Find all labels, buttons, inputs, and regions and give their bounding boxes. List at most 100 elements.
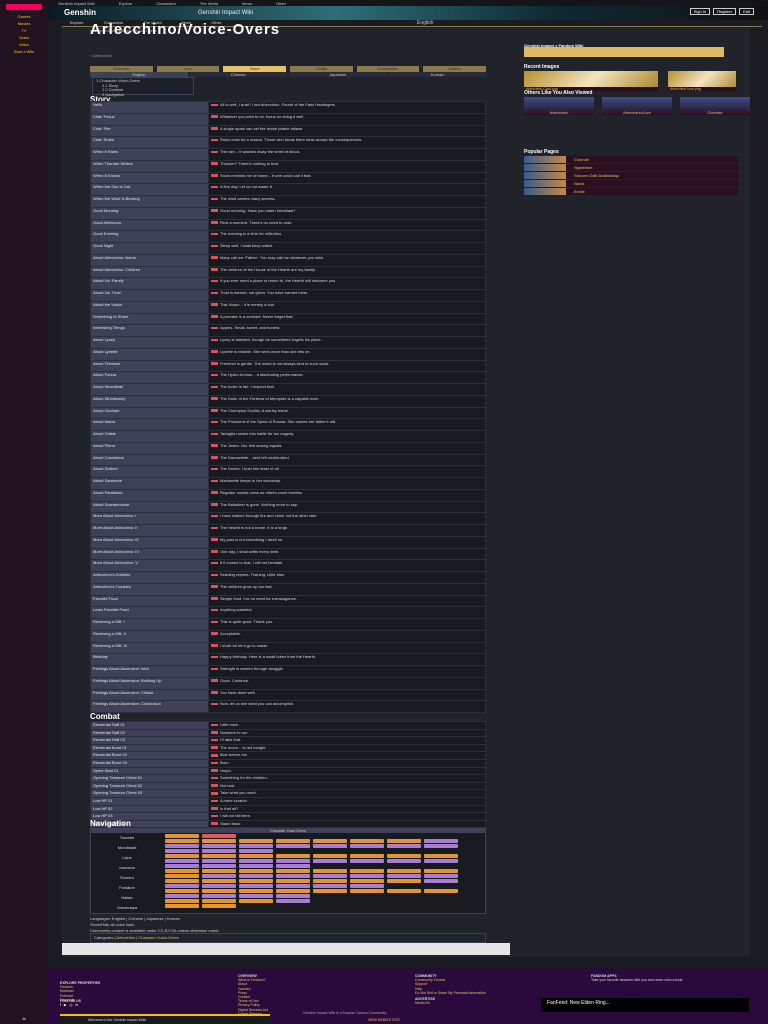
character-link[interactable] xyxy=(313,859,347,863)
character-link[interactable] xyxy=(424,844,458,848)
character-link[interactable] xyxy=(202,884,236,888)
play-audio-button[interactable] xyxy=(211,244,218,248)
play-audio-button[interactable] xyxy=(211,409,218,412)
character-link[interactable] xyxy=(350,854,384,858)
play-audio-button[interactable] xyxy=(211,761,218,765)
nav-group-label[interactable]: Traveler xyxy=(93,835,161,840)
nav-group-label[interactable]: Fontaine xyxy=(93,885,161,890)
play-audio-button[interactable] xyxy=(211,362,218,365)
character-link[interactable] xyxy=(202,879,236,883)
character-link[interactable] xyxy=(165,844,199,848)
character-link[interactable] xyxy=(313,884,347,888)
character-link[interactable] xyxy=(202,854,236,858)
character-link[interactable] xyxy=(387,839,421,843)
play-audio-button[interactable] xyxy=(211,526,218,530)
play-audio-button[interactable] xyxy=(211,538,218,541)
play-audio-button[interactable] xyxy=(211,397,218,400)
character-link[interactable] xyxy=(424,874,458,878)
lang-tab-japanese[interactable]: Japanese xyxy=(289,72,387,77)
character-link[interactable] xyxy=(165,879,199,883)
character-link[interactable] xyxy=(165,904,199,908)
play-audio-button[interactable] xyxy=(211,103,218,107)
character-link[interactable] xyxy=(350,839,384,843)
character-link[interactable] xyxy=(276,894,310,898)
also-viewed-card[interactable]: Arlecchino/Lore xyxy=(602,97,672,115)
character-link[interactable] xyxy=(313,839,347,843)
play-audio-button[interactable] xyxy=(211,303,218,306)
play-audio-button[interactable] xyxy=(211,221,218,224)
play-audio-button[interactable] xyxy=(211,799,218,803)
play-audio-button[interactable] xyxy=(211,597,218,600)
play-audio-button[interactable] xyxy=(211,679,218,682)
character-link[interactable] xyxy=(424,879,458,883)
character-link[interactable] xyxy=(165,859,199,863)
nav-group-label[interactable]: Inazuma xyxy=(93,865,161,870)
character-link[interactable] xyxy=(165,839,199,843)
global-nav-link[interactable]: Start a Wiki xyxy=(0,49,48,54)
also-viewed-card[interactable]: Arlecchino xyxy=(524,97,594,115)
character-link[interactable] xyxy=(350,869,384,873)
character-link[interactable] xyxy=(313,869,347,873)
character-link[interactable] xyxy=(424,839,458,843)
nav-group-label[interactable]: Sumeru xyxy=(93,875,161,880)
character-link[interactable] xyxy=(202,904,236,908)
local-nav-item[interactable]: Explore xyxy=(70,20,84,26)
character-link[interactable] xyxy=(424,854,458,858)
character-link[interactable] xyxy=(276,844,310,848)
character-link[interactable] xyxy=(165,899,199,903)
play-audio-button[interactable] xyxy=(211,338,218,342)
parent-page-link[interactable]: < Arlecchino xyxy=(90,53,112,58)
mobile-site-link[interactable]: VIEW MOBILE SITE xyxy=(368,1018,400,1022)
play-audio-button[interactable] xyxy=(211,373,218,377)
sign-in-button[interactable]: Sign In xyxy=(689,8,711,15)
fandom-logo[interactable] xyxy=(6,4,42,10)
play-audio-button[interactable] xyxy=(211,420,218,424)
character-link[interactable] xyxy=(202,859,236,863)
global-nav-link[interactable]: Movies xyxy=(0,21,48,26)
character-link[interactable] xyxy=(239,869,273,873)
nav-group-label[interactable]: Liyue xyxy=(93,855,161,860)
character-link[interactable] xyxy=(202,869,236,873)
character-link[interactable] xyxy=(239,839,273,843)
top-nav-item[interactable]: Characters xyxy=(156,1,176,6)
play-audio-button[interactable] xyxy=(211,127,218,130)
global-nav-link[interactable]: Games xyxy=(0,14,48,19)
play-audio-button[interactable] xyxy=(211,746,218,749)
play-audio-button[interactable] xyxy=(211,444,218,447)
toggle-all-lines[interactable]: Show/Hide all voice lines xyxy=(90,922,134,927)
character-link[interactable] xyxy=(276,879,310,883)
play-audio-button[interactable] xyxy=(211,150,218,154)
play-audio-button[interactable] xyxy=(211,467,218,471)
play-audio-button[interactable] xyxy=(211,769,218,772)
character-link[interactable] xyxy=(165,869,199,873)
character-link[interactable] xyxy=(387,874,421,878)
nav-group-label[interactable]: Natlan xyxy=(93,895,161,900)
character-link[interactable] xyxy=(239,844,273,848)
play-audio-button[interactable] xyxy=(211,608,218,612)
character-link[interactable] xyxy=(276,854,310,858)
character-link[interactable] xyxy=(165,834,199,838)
play-audio-button[interactable] xyxy=(211,197,218,201)
character-link[interactable] xyxy=(350,889,384,893)
popular-page-item[interactable]: Emilie xyxy=(524,188,738,195)
play-audio-button[interactable] xyxy=(211,754,218,757)
character-link[interactable] xyxy=(313,879,347,883)
character-link[interactable] xyxy=(350,879,384,883)
fanfeed-widget[interactable]: FanFeed: New Elden Ring... xyxy=(541,998,749,1012)
character-link[interactable] xyxy=(165,874,199,878)
play-audio-button[interactable] xyxy=(211,738,218,742)
character-link[interactable] xyxy=(387,844,421,848)
character-link[interactable] xyxy=(239,864,273,868)
play-audio-button[interactable] xyxy=(211,632,218,635)
play-audio-button[interactable] xyxy=(211,268,218,271)
play-audio-button[interactable] xyxy=(211,620,218,624)
play-audio-button[interactable] xyxy=(211,385,218,389)
edit-button[interactable]: Edit xyxy=(739,8,754,15)
character-link[interactable] xyxy=(239,849,273,853)
character-link[interactable] xyxy=(350,859,384,863)
social-icons[interactable]: f ▶ ◎ in xyxy=(60,1003,78,1007)
also-viewed-card[interactable]: Clorinde xyxy=(680,97,750,115)
character-link[interactable] xyxy=(350,844,384,848)
recent-image[interactable]: Arlecchino Card.png xyxy=(524,71,658,91)
play-audio-button[interactable] xyxy=(211,792,218,795)
